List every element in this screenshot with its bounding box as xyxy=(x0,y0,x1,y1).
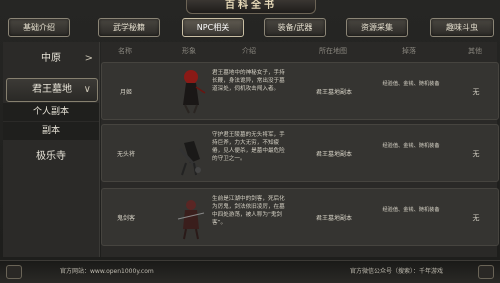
column-header-description: 介绍 xyxy=(242,47,256,55)
npc-portrait-image xyxy=(178,141,201,176)
tab-martial-arts[interactable]: 武学秘籍 xyxy=(98,18,160,37)
page-title: 百科全书 xyxy=(186,0,316,14)
sidebar: 中原 > 君王墓地 ∨ 个人副本 副本 极乐寺 xyxy=(3,42,100,257)
sidebar-item-instance[interactable]: 副本 xyxy=(3,122,99,140)
npc-portrait-image xyxy=(183,70,206,114)
tab-basic-intro[interactable]: 基础介绍 xyxy=(8,18,70,37)
sidebar-item-king-tomb[interactable]: 君王墓地 ∨ xyxy=(6,78,98,102)
sidebar-item-personal-instance[interactable]: 个人副本 xyxy=(3,103,99,121)
npc-reward: 经验值、金钱、随机装备 xyxy=(382,81,440,87)
sidebar-item-label: 中原 xyxy=(41,53,61,64)
table-header: 名称 形象 介绍 所在地图 掉落 其他 xyxy=(101,42,497,60)
corner-ornament-icon xyxy=(478,265,494,279)
column-header-location: 所在地图 xyxy=(319,47,347,55)
npc-description: 守护君王陵墓的无头将军，手持巨斧，力大无穷，不知疲倦，见人便杀，是墓中最危险的守… xyxy=(212,132,285,162)
column-header-name: 名称 xyxy=(118,47,132,55)
npc-other: 无 xyxy=(472,150,480,158)
npc-description: 生前是江湖中的剑客，死后化为厉鬼，剑法依旧凌厉，在墓中四处游荡，被人称为“鬼剑客… xyxy=(212,196,285,226)
sidebar-item-central-plains[interactable]: 中原 > xyxy=(3,48,99,70)
sidebar-item-label: 君王墓地 xyxy=(32,84,72,95)
npc-reward: 经验值、金钱、随机装备 xyxy=(382,207,440,213)
official-wechat-text: 官方微信公众号（搜索）：千年游戏 xyxy=(350,268,444,275)
npc-name: 鬼剑客 xyxy=(116,215,135,222)
chevron-down-icon: ∨ xyxy=(83,84,91,95)
column-header-image: 形象 xyxy=(182,47,196,55)
tab-npc[interactable]: NPC相关 xyxy=(182,18,244,37)
npc-description: 君王墓地中的神秘女子，手持长鞭，身法诡异，常出没于墓道深处，伺机攻击闯入者。 xyxy=(212,70,285,92)
npc-portrait-image xyxy=(177,200,205,240)
npc-name: 月姬 xyxy=(119,89,132,96)
encyclopedia-window: 百科全书 基础介绍 武学秘籍 NPC相关 装备/武器 资源采集 趣味斗虫 中原 … xyxy=(0,0,500,283)
npc-location: 君王墓地副本 xyxy=(315,89,352,96)
npc-location: 君王墓地副本 xyxy=(315,215,352,222)
column-header-other: 其他 xyxy=(468,47,482,55)
column-header-drops: 掉落 xyxy=(402,47,416,55)
corner-ornament-icon xyxy=(6,265,22,279)
tab-bug-fighting[interactable]: 趣味斗虫 xyxy=(430,18,494,37)
sidebar-item-jile-temple[interactable]: 极乐寺 xyxy=(3,146,99,168)
npc-other: 无 xyxy=(472,88,480,96)
npc-location: 君王墓地副本 xyxy=(315,151,352,158)
tab-resources[interactable]: 资源采集 xyxy=(346,18,408,37)
npc-reward: 经验值、金钱、随机装备 xyxy=(382,143,440,149)
tab-equipment[interactable]: 装备/武器 xyxy=(264,18,326,37)
official-website-link[interactable]: 官方网站：www.open1000y.com xyxy=(60,266,154,275)
npc-other: 无 xyxy=(472,214,480,222)
npc-name: 无头将 xyxy=(116,151,135,158)
table-row: 无头将 守护君王陵墓的无头将军，手持巨斧，力大无穷，不知疲倦，见人便杀，是墓中最… xyxy=(101,124,499,182)
chevron-right-icon: > xyxy=(84,53,93,64)
table-row: 鬼剑客 生前是江湖中的剑客，死后化为厉鬼，剑法依旧凌厉，在墓中四处游荡，被人称为… xyxy=(101,188,499,246)
npc-table: 名称 形象 介绍 所在地图 掉落 其他 月姬 君王墓地中的神秘女子，手持长鞭，身… xyxy=(101,42,499,257)
top-nav: 基础介绍 武学秘籍 NPC相关 装备/武器 资源采集 趣味斗虫 xyxy=(0,18,500,38)
footer: 官方网站：www.open1000y.com 官方微信公众号（搜索）：千年游戏 xyxy=(0,260,500,283)
table-row: 月姬 君王墓地中的神秘女子，手持长鞭，身法诡异，常出没于墓道深处，伺机攻击闯入者… xyxy=(101,62,499,120)
